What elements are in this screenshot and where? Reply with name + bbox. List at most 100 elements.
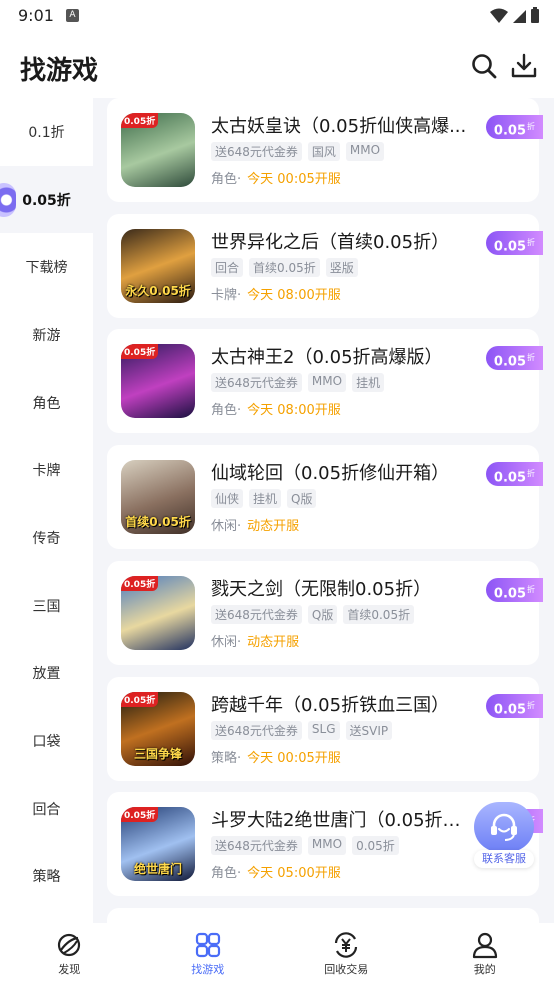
icon-discount-tag: 0.05折: [121, 575, 159, 591]
tab-mine[interactable]: 我的: [416, 923, 554, 984]
game-card[interactable]: 0.05折 三国争锋 跨越千年（0.05折铁血三国） 送648元代金券 SLG 送SVIP…: [107, 676, 543, 781]
sidebar-item-label: 0.1折: [28, 124, 65, 141]
status-time: 9:01: [18, 6, 54, 25]
game-name: 太古神王2（0.05折高爆版）: [211, 347, 443, 369]
game-genre: 卡牌·: [211, 287, 242, 303]
game-genre: 角色·: [211, 866, 242, 882]
sidebar-item-legend[interactable]: 传奇: [0, 504, 93, 572]
notification-icon: A: [66, 9, 79, 22]
tab-find-games[interactable]: 找游戏: [139, 923, 278, 984]
game-tag: 挂机: [249, 489, 282, 509]
sidebar-item-label: 三国: [32, 598, 61, 615]
tab-label: 发现: [58, 963, 81, 976]
game-tag: Q版: [307, 604, 338, 624]
game-name: 斗罗大陆2绝世唐门（0.05折扣...: [211, 810, 473, 832]
sidebar-item-strategy[interactable]: 策略: [0, 843, 93, 911]
sidebar-item-turn-based[interactable]: 回合: [0, 775, 93, 843]
game-card[interactable]: [107, 907, 539, 923]
game-icon: 0.05折 三国争锋: [121, 691, 195, 766]
discount-badge: 0.05折: [485, 462, 543, 487]
game-tag: 送SVIP: [345, 720, 393, 740]
sidebar-item-label: 下载榜: [25, 260, 68, 277]
game-tags: 送648元代金券 国风 MMO: [211, 142, 385, 161]
game-card[interactable]: 0.05折 戮天之剑（无限制0.05折） 送648元代金券 Q版 首续0.05折 休闲· 动…: [107, 560, 543, 665]
page-header: 找游戏: [0, 32, 554, 98]
sidebar-item-card[interactable]: 卡牌: [0, 436, 93, 504]
game-tags: 仙侠 挂机 Q版: [211, 489, 317, 509]
battery-icon: [531, 7, 539, 23]
game-name: 戮天之剑（无限制0.05折）: [211, 578, 432, 600]
game-tag: 首续0.05折: [343, 604, 415, 624]
tab-discover[interactable]: 发现: [0, 923, 139, 984]
sidebar-item-idle[interactable]: 放置: [0, 640, 93, 708]
game-meta: 休闲· 动态开服: [211, 515, 299, 534]
sidebar-item-label: 新游: [32, 327, 61, 344]
icon-discount-tag: 0.05折: [121, 344, 159, 360]
game-tags: 送648元代金券 MMO 挂机: [211, 373, 385, 393]
game-card[interactable]: 0.05折 太古妖皇诀（0.05折仙侠高爆... 送648元代金券 国风 MMO 角色· 今…: [107, 98, 543, 202]
sidebar-item-label: 口袋: [32, 734, 61, 751]
game-tags: 送648元代金券 MMO 0.05折: [211, 836, 399, 856]
game-icon: 永久0.05折: [121, 228, 195, 303]
game-name: 仙域轮回（0.05折修仙开箱）: [211, 463, 450, 485]
discount-badge: 0.05折: [485, 346, 543, 371]
game-tag: MMO: [345, 142, 385, 161]
tab-trade[interactable]: 回收交易: [277, 923, 416, 984]
game-tag: 竖版: [325, 257, 358, 277]
icon-discount-tag: 0.05折: [121, 113, 159, 128]
game-tag: 送648元代金券: [211, 142, 302, 161]
game-tags: 送648元代金券 SLG 送SVIP: [211, 720, 393, 740]
download-icon[interactable]: [510, 52, 538, 80]
game-genre: 角色·: [211, 172, 242, 187]
sidebar-item-downloads[interactable]: 下载榜: [0, 233, 93, 301]
search-icon[interactable]: [470, 52, 498, 80]
game-icon: 0.05折: [121, 113, 195, 187]
yen-exchange-icon: [335, 932, 358, 958]
discount-badge: 0.05折: [485, 577, 543, 602]
game-meta: 策略· 今天 00:05开服: [211, 747, 341, 766]
game-card[interactable]: 永久0.05折 世界异化之后（首续0.05折） 回合 首续0.05折 竖版卡牌· 今天 0…: [107, 213, 543, 318]
server-open-time: 动态开服: [247, 634, 300, 650]
game-card[interactable]: 0.05折 太古神王2（0.05折高爆版） 送648元代金券 MMO 挂机 角色· 今天 0…: [107, 329, 543, 434]
discount-badge: 0.05折: [485, 693, 543, 718]
customer-service-button[interactable]: 联系客服: [472, 802, 536, 868]
sidebar-item-0-05[interactable]: 0.05折: [0, 165, 93, 234]
headset-icon: [474, 802, 534, 852]
game-icon: 0.05折: [121, 344, 195, 419]
game-genre: 策略·: [211, 750, 242, 766]
game-tag: Q版: [287, 489, 317, 509]
game-name: 世界异化之后（首续0.05折）: [211, 231, 450, 253]
page-title: 找游戏: [20, 56, 99, 86]
server-open-time: 今天 08:00开服: [247, 287, 341, 303]
game-tag: MMO: [307, 373, 347, 393]
game-meta: 角色· 今天 08:00开服: [211, 399, 341, 418]
game-tags: 送648元代金券 Q版 首续0.05折: [211, 604, 415, 624]
game-meta: 卡牌· 今天 08:00开服: [211, 284, 341, 303]
sidebar-item-label: 角色: [32, 395, 61, 412]
icon-caption: 永久0.05折: [125, 283, 191, 298]
game-tag: 回合: [211, 257, 244, 277]
game-tag: 0.05折: [352, 836, 399, 856]
icon-caption: 首续0.05折: [125, 515, 191, 530]
game-tags: 回合 首续0.05折 竖版: [211, 257, 358, 277]
sidebar-item-pocket[interactable]: 口袋: [0, 707, 93, 775]
game-card[interactable]: 首续0.05折 仙域轮回（0.05折修仙开箱） 仙侠 挂机 Q版 休闲· 动态开服 0.05折: [107, 445, 543, 550]
game-tag: 送648元代金券: [211, 373, 302, 393]
game-tag: SLG: [307, 720, 340, 740]
sidebar-item-rpg[interactable]: 角色: [0, 369, 93, 437]
icon-caption: 三国争锋: [133, 746, 182, 761]
tab-label: 回收交易: [324, 963, 369, 976]
sidebar-item-three-kingdoms[interactable]: 三国: [0, 572, 93, 640]
icon-discount-tag: 0.05折: [121, 807, 159, 823]
game-tag: 首续0.05折: [249, 257, 320, 277]
discount-badge: 0.05折: [485, 230, 543, 255]
sidebar-item-label: 0.05折: [22, 192, 71, 209]
sidebar-item-0-1[interactable]: 0.1折: [0, 98, 93, 166]
game-tag: 挂机: [352, 373, 385, 393]
game-name: 太古妖皇诀（0.05折仙侠高爆...: [211, 116, 467, 137]
sidebar-item-new[interactable]: 新游: [0, 301, 93, 369]
game-icon: 0.05折绝世唐门: [121, 807, 195, 882]
game-tag: 国风: [307, 142, 340, 161]
sidebar-item-label: 传奇: [32, 530, 61, 547]
icon-caption: 绝世唐门: [133, 862, 182, 877]
